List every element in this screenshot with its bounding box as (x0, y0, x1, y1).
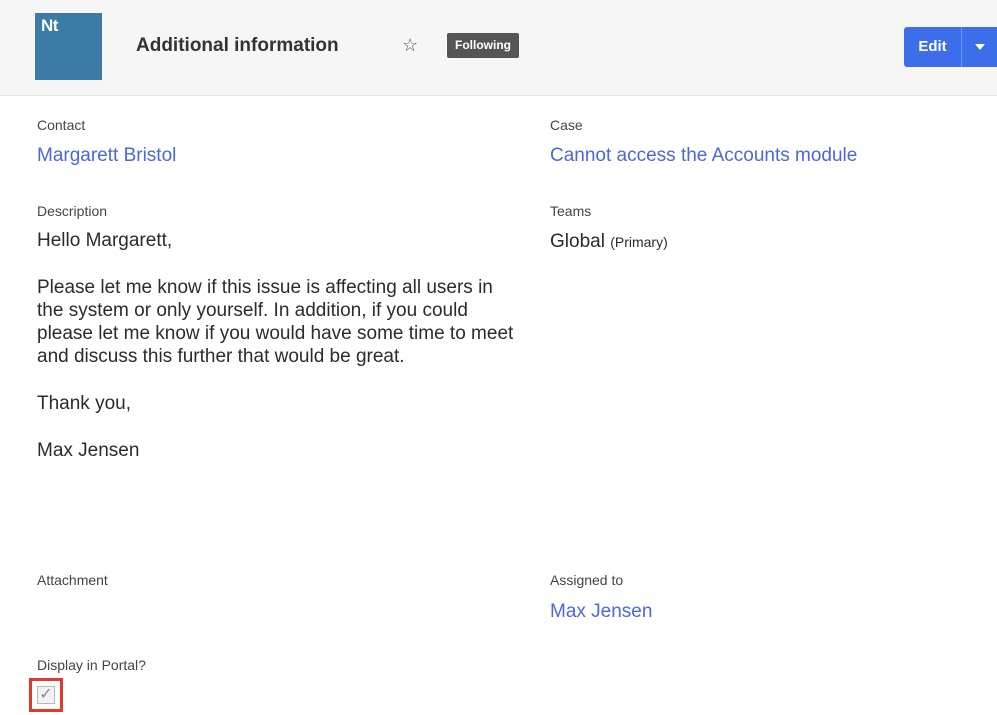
record-header: Nt Additional information ☆ Following Ed… (0, 0, 997, 96)
description-paragraph: Please let me know if this issue is affe… (37, 277, 514, 367)
edit-button-group: Edit (904, 27, 997, 67)
teams-label: Teams (550, 203, 592, 219)
following-button[interactable]: Following (447, 33, 519, 58)
record-title: Additional information (136, 35, 339, 56)
actions-dropdown-button[interactable] (962, 27, 997, 67)
description-paragraph: Hello Margarett, (37, 230, 173, 251)
assigned-user-link[interactable]: Max Jensen (550, 601, 652, 623)
attachment-label: Attachment (37, 572, 108, 588)
case-label: Case (550, 117, 583, 133)
display-in-portal-highlight: ✓ (29, 678, 63, 712)
description-text: Hello Margarett, Please let me know if t… (37, 229, 517, 486)
contact-link[interactable]: Margarett Bristol (37, 145, 176, 167)
display-in-portal-label: Display in Portal? (37, 657, 146, 673)
teams-value: Global (Primary) (550, 231, 668, 253)
team-primary-tag: (Primary) (610, 234, 668, 250)
module-icon-notes: Nt (35, 13, 102, 80)
edit-button[interactable]: Edit (904, 27, 962, 67)
contact-label: Contact (37, 117, 86, 133)
display-in-portal-checkbox[interactable]: ✓ (37, 686, 55, 704)
module-abbrev: Nt (41, 16, 58, 35)
assigned-to-label: Assigned to (550, 572, 624, 588)
caret-down-icon (974, 44, 985, 50)
favorite-star-icon[interactable]: ☆ (402, 35, 418, 55)
description-paragraph: Thank you, (37, 393, 131, 414)
description-label: Description (37, 203, 108, 219)
checkmark-icon: ✓ (39, 686, 53, 703)
description-paragraph: Max Jensen (37, 440, 140, 461)
team-name: Global (550, 231, 605, 252)
case-link[interactable]: Cannot access the Accounts module (550, 145, 857, 167)
